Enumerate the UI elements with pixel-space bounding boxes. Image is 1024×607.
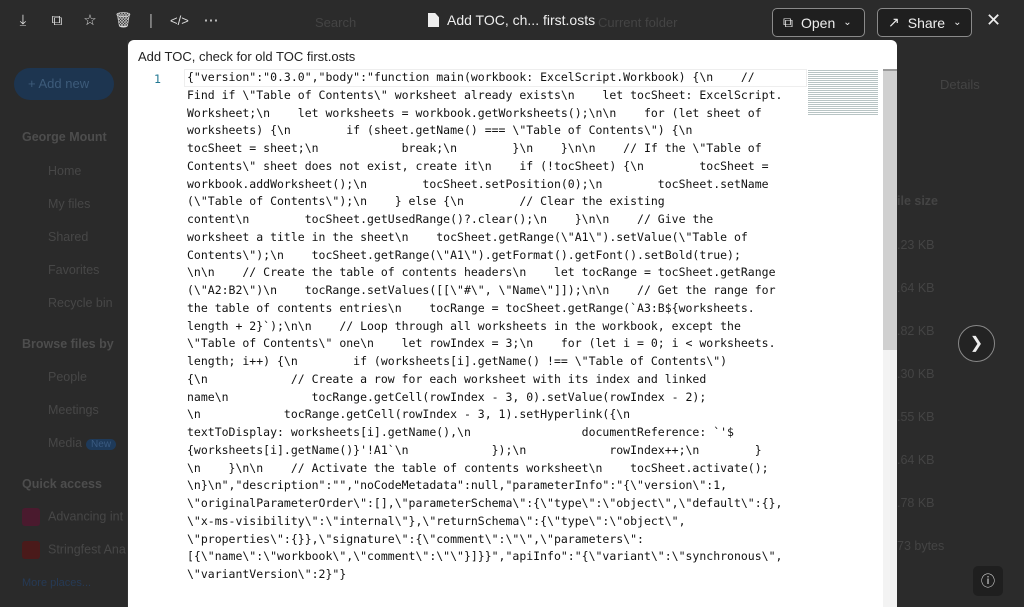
code-line: content\n tocSheet.getUsedRange()?.clear… [187,212,714,226]
quick-access-label: Advancing int [48,509,124,524]
sidebar-item: Favorites [48,263,100,277]
code-line: Worksheet;\n let worksheets = workbook.g… [187,105,762,120]
code-line: \n}\n","description":"","noCodeMetadata"… [187,478,728,493]
browse-item: People [48,370,87,384]
document-icon [428,13,439,27]
user-name: George Mount [22,130,107,144]
help-icon: ⓘ [981,573,995,589]
divider: | [149,12,153,29]
quick-access-label: Stringfest Ana [48,542,126,557]
code-line: \"variantVersion\":2}"} [187,567,347,581]
code-line: name\n tocRange.getCell(rowIndex - 3, 0)… [187,389,707,404]
trash-icon[interactable]: 🗑 [114,12,133,30]
share-button[interactable]: ↗ Share ⌄ [877,8,972,37]
file-size: .64 KB [897,281,935,295]
sidebar-item: My files [48,197,91,211]
more-places-link: More places... [22,577,92,589]
code-line: \n\n // Create the table of contents hea… [187,265,776,280]
viewer-toolbar: ⤓ ⧉ ☆ 🗑 | </> ⋯ Add TOC, ch... first.ost… [0,0,1024,40]
code-line: Find if \"Table of Contents\" worksheet … [187,87,783,102]
quick-access-heading: Quick access [22,477,102,491]
file-size: .64 KB [897,453,935,467]
code-line: the table of contents entries\n tocRange… [187,300,755,315]
details-button: Details [940,77,980,92]
browse-item-label: People [48,370,87,384]
preview-title: Add TOC, check for old TOC first.osts [138,49,356,64]
code-line: textToDisplay: worksheets[i].getName(),\… [187,425,734,439]
code-line: Contents\" sheet does not exist, create … [187,158,769,173]
code-line: (\"Table of Contents\");\n } else {\n //… [187,194,665,209]
star-icon[interactable]: ☆ [81,12,99,30]
file-preview-panel: Add TOC, check for old TOC first.osts 1 … [128,40,897,607]
code-line: [{\"name\":\"workbook\",\"comment\":\"\"… [187,549,783,564]
code-line: \"originalParameterOrder\":[],\"paramete… [187,496,783,510]
chevron-right-icon: ❯ [969,335,984,352]
browse-item-label: Meetings [48,403,99,417]
code-line: \"Table of Contents\" one\n let rowIndex… [187,336,776,351]
code-line: (\"A2:B2\")\n tocRange.setValues([[\"#\"… [187,283,776,297]
file-size: .30 KB [897,367,935,381]
browse-item: Meetings [48,403,99,417]
code-editor[interactable]: {"version":"0.3.0","body":"function main… [187,69,807,584]
code-line: length; i++) {\n if (worksheets[i].getNa… [187,354,728,368]
open-button[interactable]: ⧉ Open ⌄ [772,8,865,37]
code-icon[interactable]: </> [170,12,189,30]
sidebar-item: Recycle bin [48,296,113,310]
code-line: {worksheets[i].getName()}'!A1`\n });\n r… [187,442,762,457]
code-line: worksheet a title in the sheet\n tocShee… [187,229,748,244]
site-icon [22,541,40,559]
code-line: worksheets) {\n if (sheet.getName() === … [187,123,693,138]
new-badge: New [86,439,117,450]
line-number: 1 [154,72,161,86]
code-line: length + 2}`);\n\n // Loop through all w… [187,318,741,333]
quick-access-item: Advancing int [22,508,123,526]
site-icon [22,508,40,526]
sidebar-item: Home [48,164,82,178]
more-icon[interactable]: ⋯ [202,12,220,30]
help-button[interactable]: ⓘ [973,566,1003,596]
scrollbar-thumb[interactable] [883,69,897,350]
file-size: .23 KB [897,238,935,252]
close-icon[interactable]: ✕ [986,10,1001,31]
code-line: \n }\n\n // Activate the table of conten… [187,460,769,475]
chevron-down-icon: ⌄ [843,17,852,28]
copy-icon[interactable]: ⧉ [48,12,66,30]
chevron-down-icon: ⌄ [953,17,962,28]
code-line: Contents\");\n tocSheet.getRange(\"A1\")… [187,247,741,262]
code-line: workbook.addWorksheet();\n tocSheet.setP… [187,176,769,191]
file-title: Add TOC, ch... first.osts [428,12,595,28]
open-label: Open [801,14,836,31]
open-icon: ⧉ [783,14,793,30]
file-size: .82 KB [897,324,935,338]
browse-item-label: Media [48,436,83,450]
file-size: .78 KB [897,496,935,510]
code-line: \n tocRange.getCell(rowIndex - 3, 1).set… [187,407,631,422]
code-line: \"properties\":{}},\"signature\":{\"comm… [187,531,644,546]
browse-heading: Browse files by [22,337,114,351]
minimap[interactable] [808,69,878,115]
share-icon: ↗ [888,14,900,30]
download-icon[interactable]: ⤓ [14,12,32,30]
add-new-button: + Add new [14,68,114,100]
file-size: 73 bytes [897,539,945,553]
file-title-text: Add TOC, ch... first.osts [447,12,596,28]
share-label: Share [907,14,946,31]
browse-item: Media New [48,436,117,450]
code-line: {\n // Create a row for each worksheet w… [187,371,707,386]
file-size: .55 KB [897,410,935,424]
next-file-button[interactable]: ❯ [958,325,995,362]
code-line: tocSheet = sheet;\n break;\n }\n }\n\n /… [187,141,762,155]
code-line: \"x-ms-visibility\":\"internal\"},\"retu… [187,513,686,528]
file-size-header: ile size [897,194,938,208]
quick-access-item: Stringfest Ana [22,541,126,559]
sidebar-item: Shared [48,230,89,244]
code-line: {"version":"0.3.0","body":"function main… [187,70,755,84]
